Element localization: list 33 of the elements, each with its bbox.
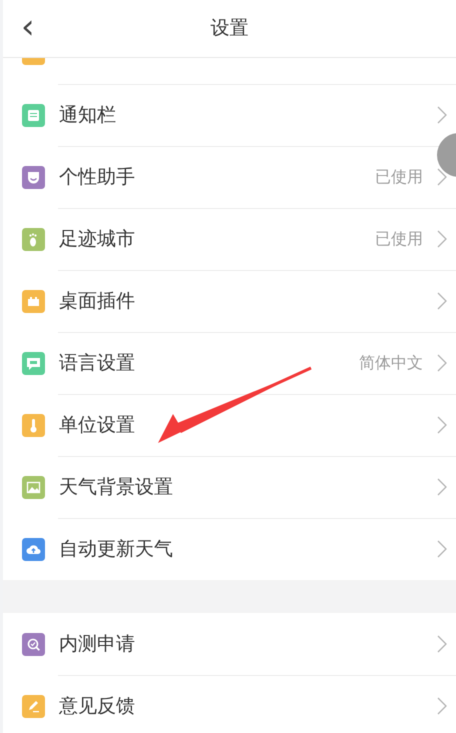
settings-row[interactable]: 意见反馈 — [3, 675, 456, 733]
chevron-icon — [437, 540, 447, 558]
row-label: 自动更新天气 — [59, 536, 173, 562]
row-value: 已使用 — [375, 228, 423, 250]
settings-row[interactable]: 内测申请 — [3, 613, 456, 675]
row-label: 单位设置 — [59, 412, 135, 438]
row-label: 天气背景设置 — [59, 474, 173, 500]
row-label: 内测申请 — [59, 632, 135, 657]
chevron-icon — [437, 292, 447, 310]
row-label: 语言设置 — [59, 350, 135, 376]
settings-row[interactable]: 天气背景设置 — [3, 456, 456, 518]
page-title: 设置 — [210, 16, 248, 42]
settings-row[interactable]: 语言设置 简体中文 — [3, 332, 456, 394]
back-button[interactable]: ‹ — [17, 10, 39, 44]
row-value: 已使用 — [375, 166, 423, 188]
row-label: 足迹城市 — [59, 226, 135, 252]
chevron-icon — [437, 168, 447, 186]
chevron-icon — [437, 478, 447, 496]
chevron-icon — [437, 635, 447, 653]
row-label: 通知栏 — [59, 102, 116, 128]
row-label: 桌面插件 — [59, 288, 135, 314]
chevron-icon — [437, 106, 447, 124]
chevron-icon — [437, 230, 447, 248]
chevron-icon — [437, 416, 447, 434]
settings-row[interactable]: 通知栏 — [3, 84, 456, 146]
chevron-icon — [437, 697, 447, 715]
settings-row[interactable]: 足迹城市 已使用 — [3, 208, 456, 270]
chevron-icon — [437, 354, 447, 372]
settings-row[interactable]: 自动更新天气 — [3, 518, 456, 580]
row-label: 意见反馈 — [59, 694, 135, 719]
row-label: 个性助手 — [59, 164, 135, 190]
row-value: 简体中文 — [359, 352, 423, 374]
settings-row[interactable]: 桌面插件 — [3, 270, 456, 332]
